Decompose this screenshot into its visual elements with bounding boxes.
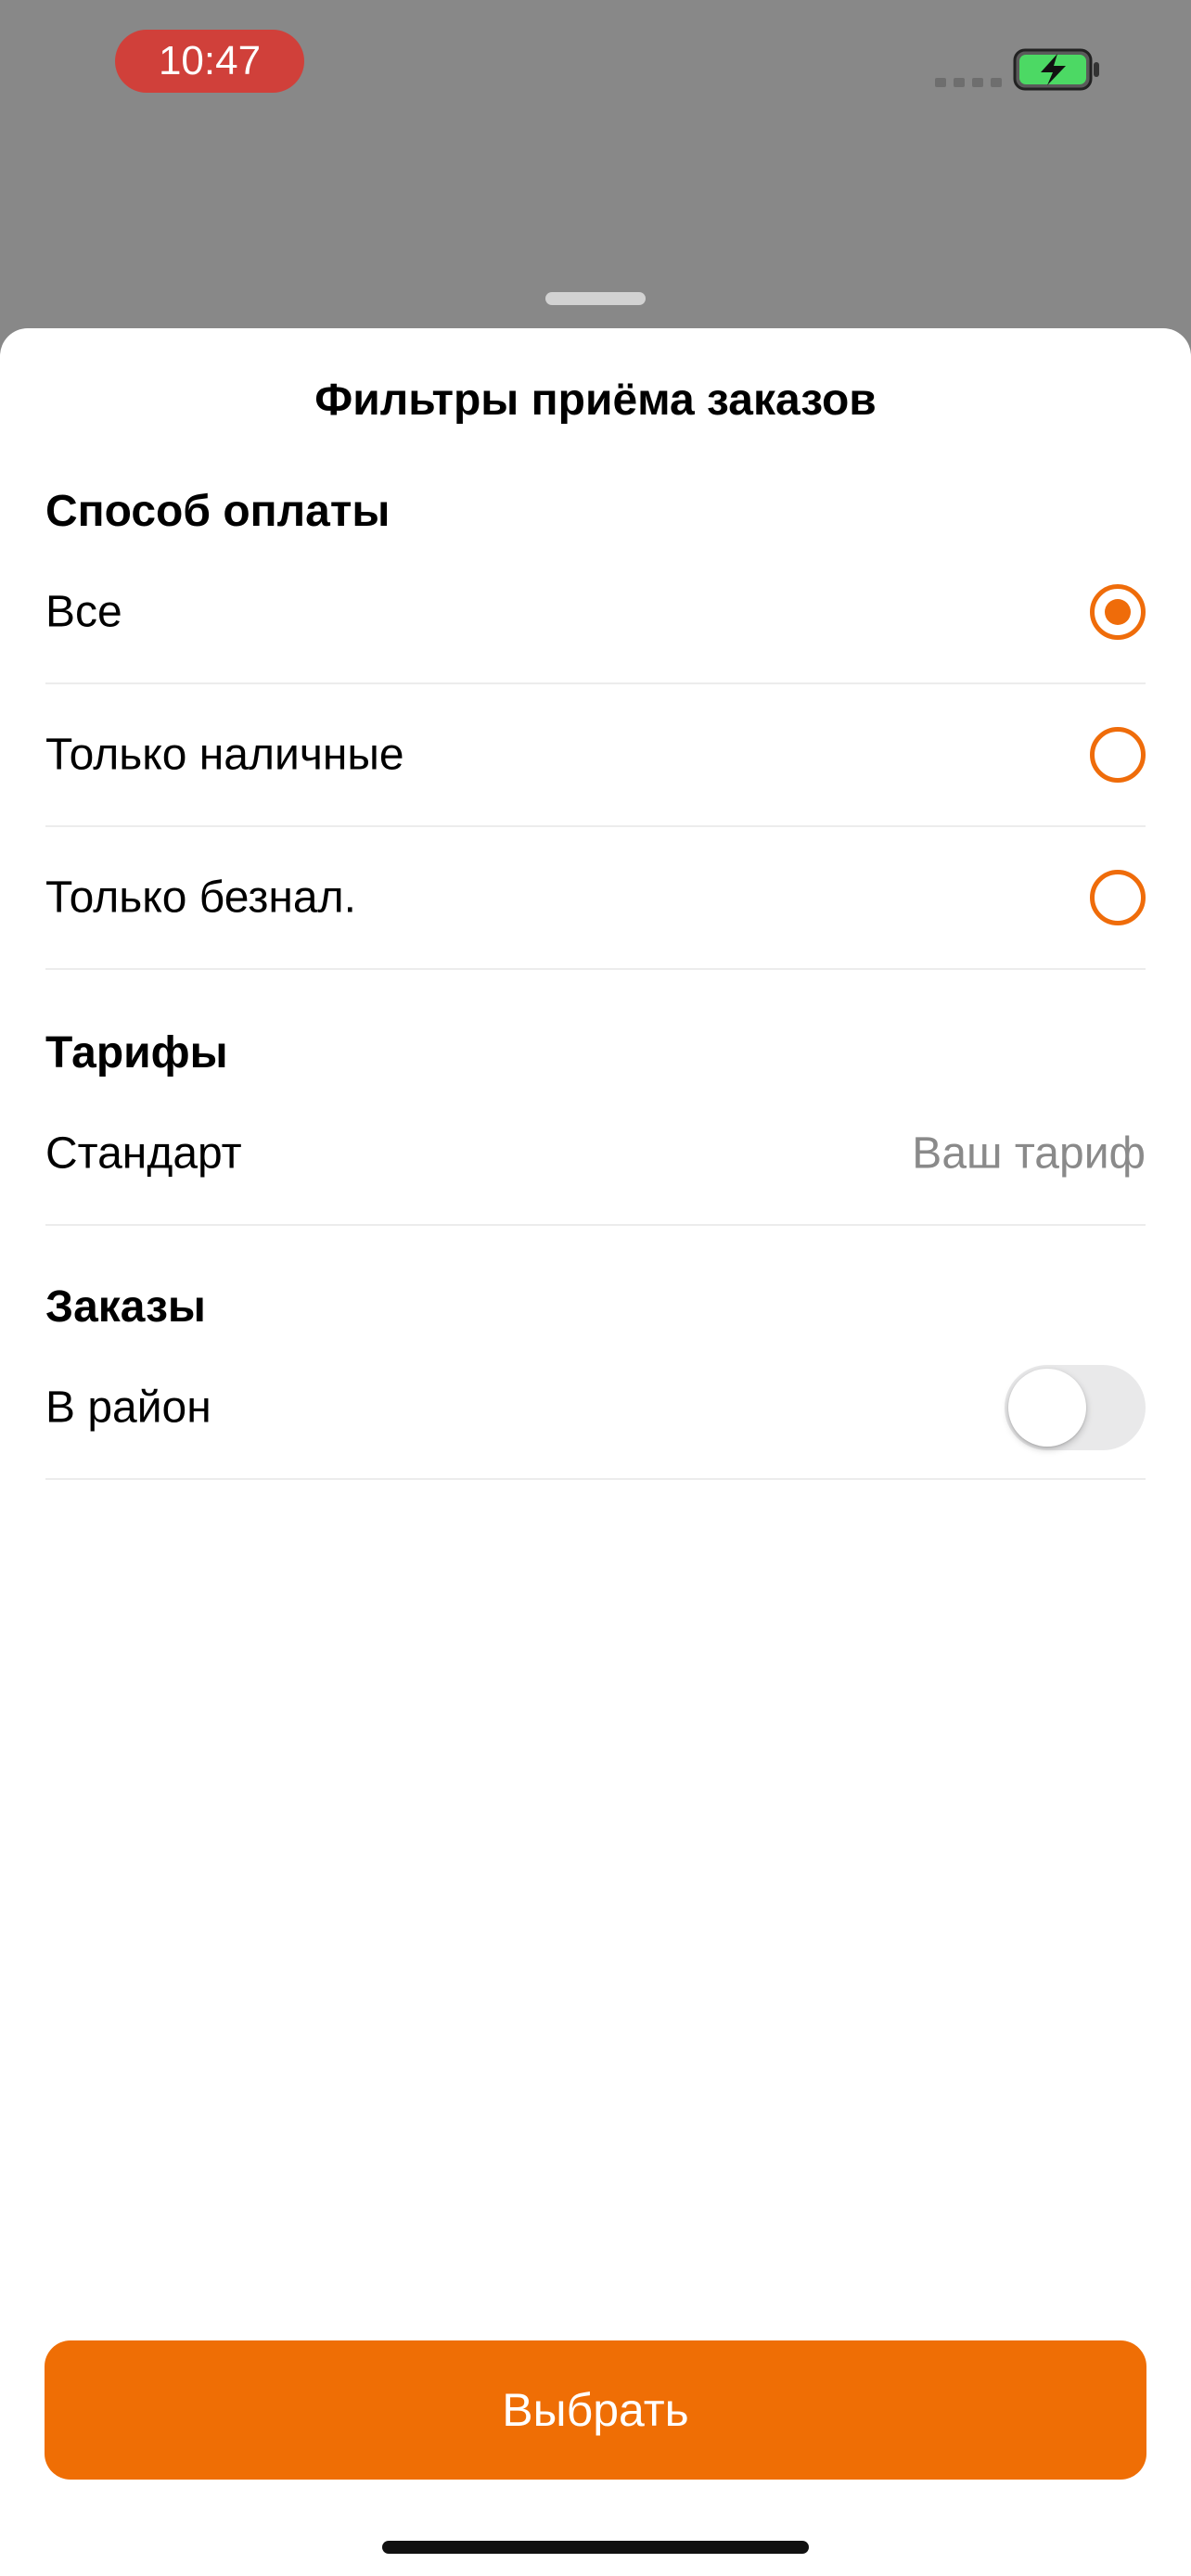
sheet-grabber[interactable] (545, 292, 646, 305)
filters-sheet: Фильтры приёма заказов Способ оплаты Все… (0, 328, 1191, 2576)
tariff-value: Ваш тариф (912, 1129, 1146, 1179)
toggle-knob (1008, 1369, 1086, 1447)
orders-section-title: Заказы (45, 1282, 206, 1332)
radio-checked-icon[interactable] (1090, 584, 1146, 640)
payment-option-cash[interactable]: Только наличные (45, 684, 1146, 827)
orders-district-label: В район (45, 1383, 211, 1433)
status-time: 10:47 (115, 30, 304, 93)
payment-option-cashless[interactable]: Только безнал. (45, 827, 1146, 970)
radio-unchecked-icon[interactable] (1090, 727, 1146, 783)
payment-option-label: Только безнал. (45, 873, 356, 923)
payment-option-all[interactable]: Все (45, 542, 1146, 684)
sheet-title: Фильтры приёма заказов (314, 376, 877, 425)
payment-option-label: Только наличные (45, 730, 404, 780)
district-toggle[interactable] (1005, 1365, 1146, 1450)
home-indicator (382, 2541, 809, 2554)
signal-icon (935, 78, 1002, 87)
tariffs-section-title: Тарифы (45, 1028, 228, 1078)
radio-unchecked-icon[interactable] (1090, 870, 1146, 925)
battery-charging-icon (1013, 48, 1102, 96)
tariff-row-standard[interactable]: Стандарт Ваш тариф (45, 1083, 1146, 1226)
payment-section-title: Способ оплаты (45, 487, 391, 536)
payment-option-label: Все (45, 587, 122, 637)
select-button[interactable]: Выбрать (45, 2340, 1146, 2480)
orders-row-district: В район (45, 1337, 1146, 1480)
tariff-label: Стандарт (45, 1129, 242, 1179)
